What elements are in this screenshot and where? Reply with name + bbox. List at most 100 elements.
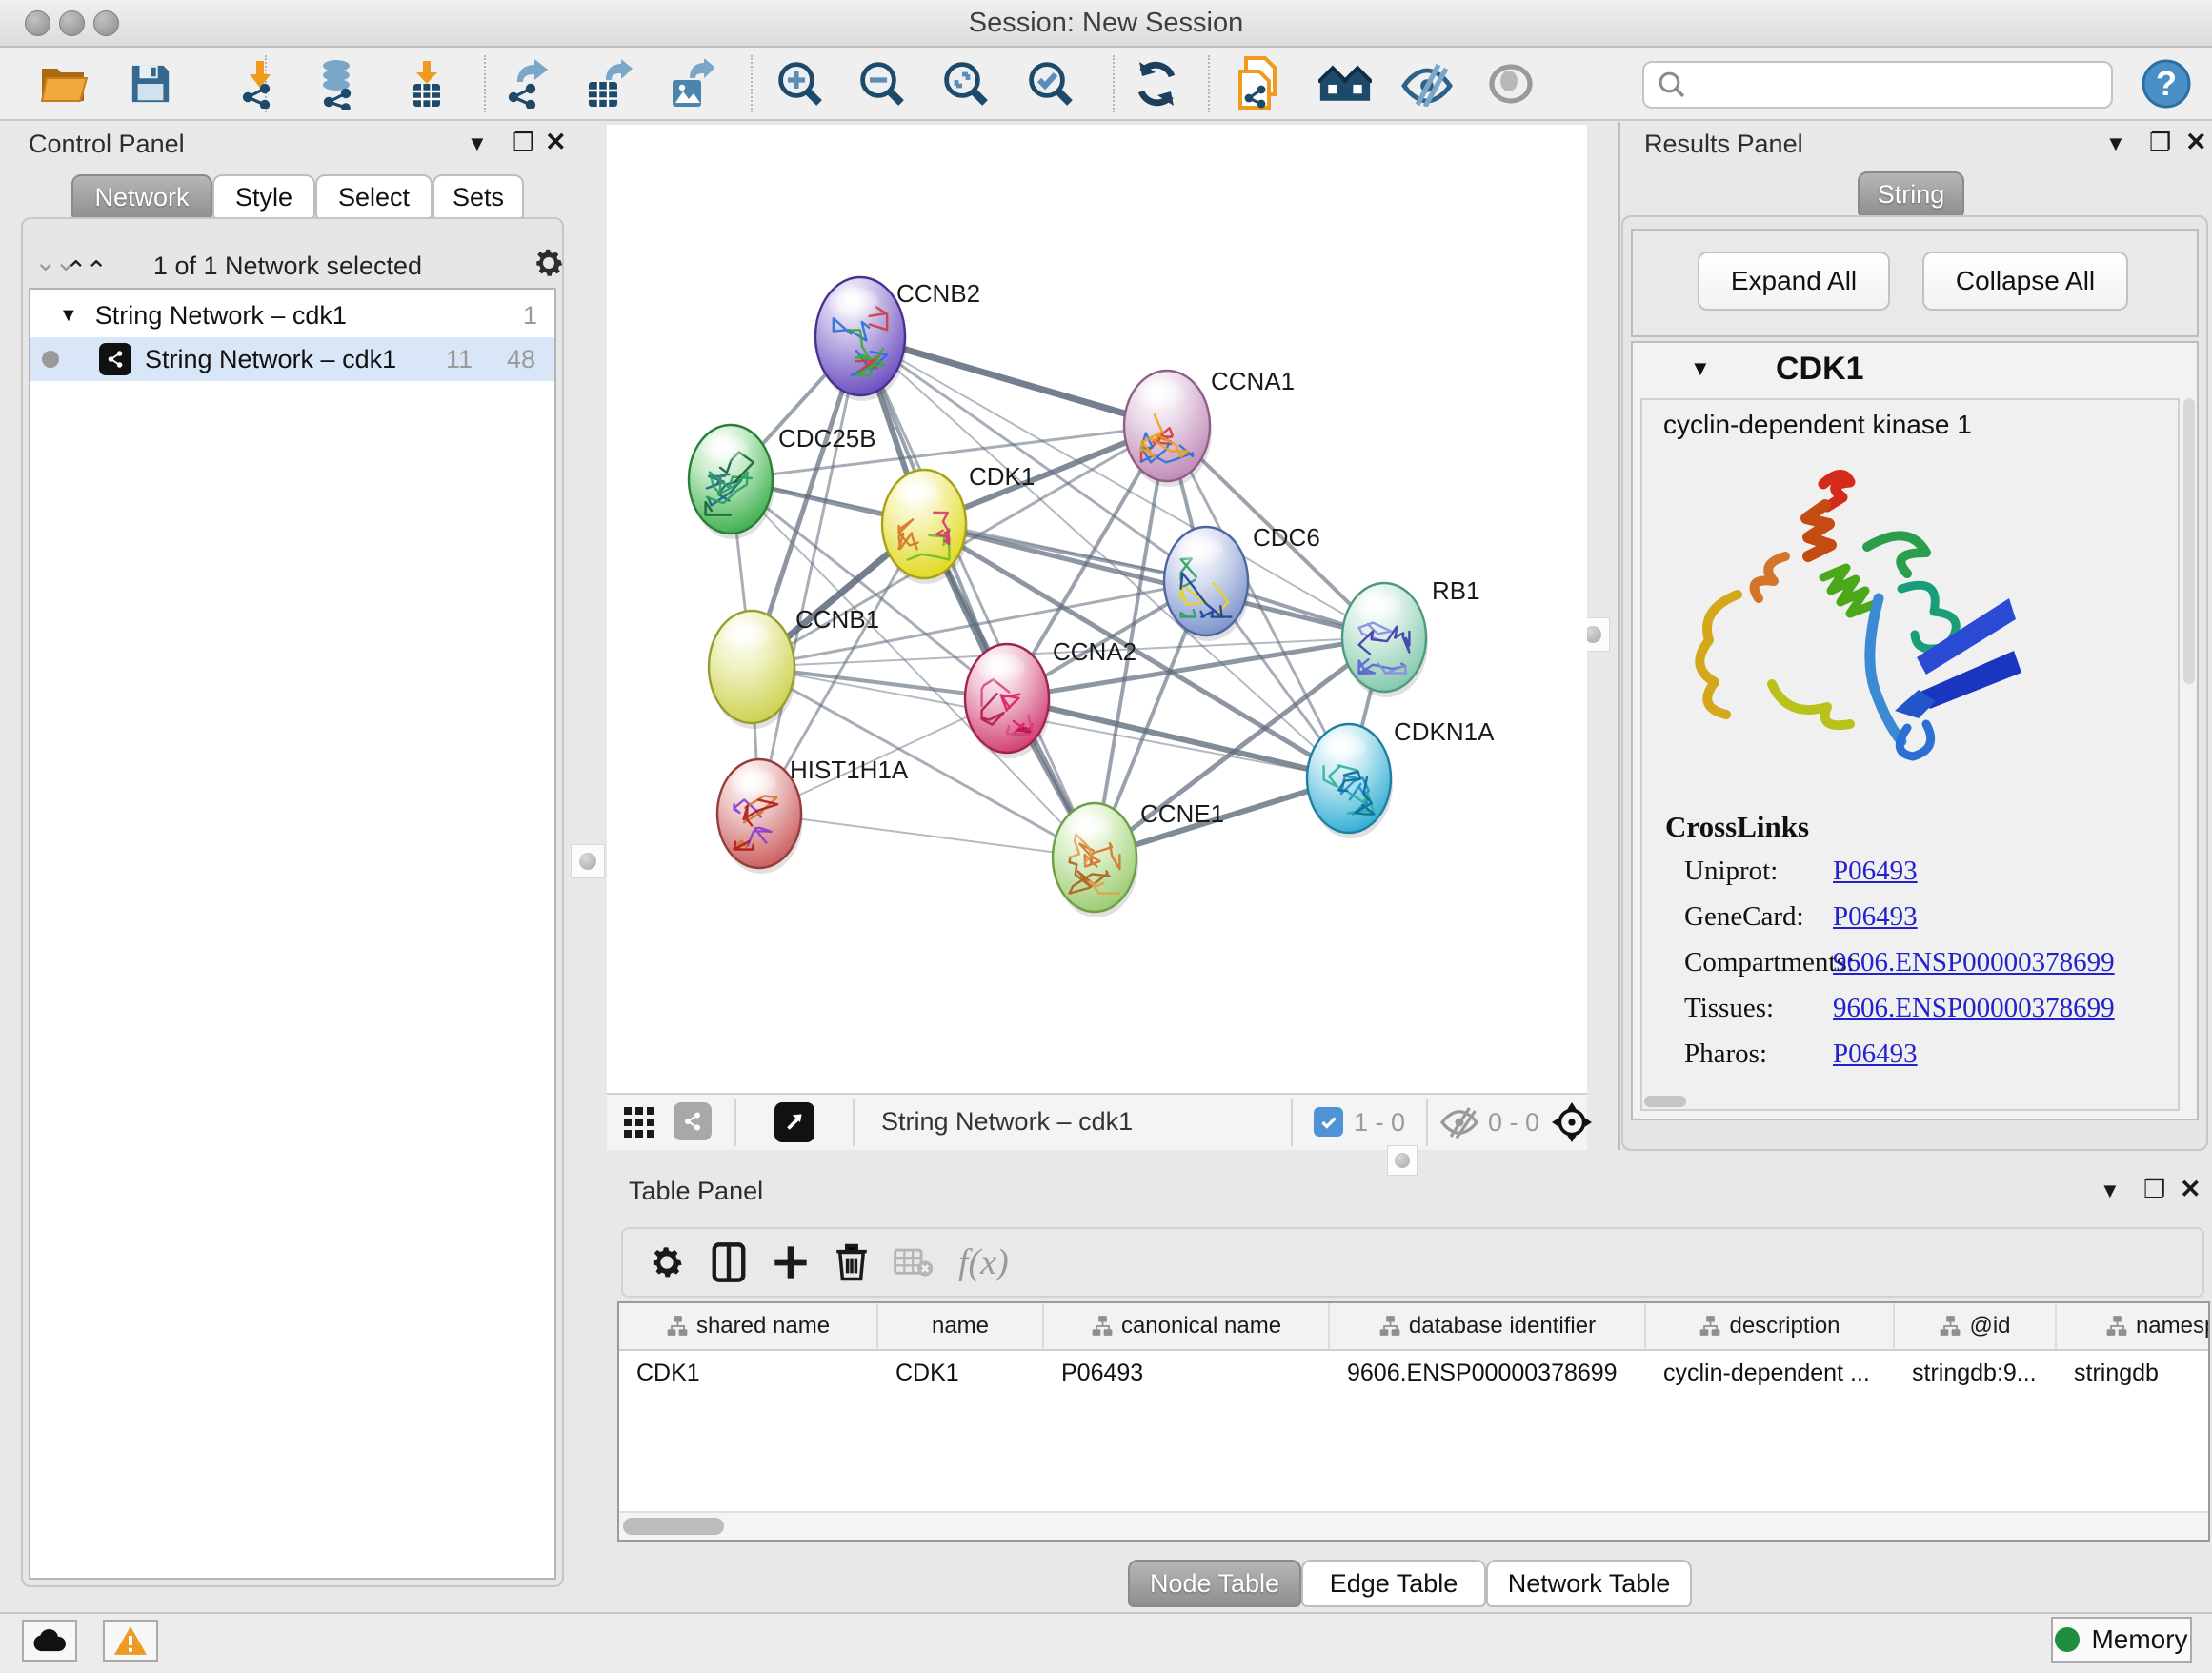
table-cell[interactable]: CDK1 (619, 1351, 878, 1395)
birdseye-view-icon[interactable] (774, 1102, 814, 1142)
fit-content-button[interactable] (939, 57, 993, 111)
protein-name: CDK1 (1776, 351, 1864, 388)
table-cell[interactable]: P06493 (1044, 1351, 1330, 1395)
network-node-ccnb1[interactable]: CCNB1 (709, 605, 879, 729)
show-columns-icon[interactable] (711, 1241, 747, 1283)
save-session-button[interactable] (124, 57, 177, 111)
network-node-ccna2[interactable]: CCNA2 (965, 637, 1136, 758)
import-network-from-database-button[interactable] (312, 57, 366, 111)
network-node-cdk1[interactable]: CDK1 (882, 462, 1035, 584)
tab-sets[interactable]: Sets (432, 174, 524, 220)
network-options-gear-icon[interactable] (532, 246, 566, 285)
network-collection-row[interactable]: ▼ String Network – cdk1 1 (30, 293, 554, 337)
table-row[interactable]: CDK1CDK1P064939606.ENSP00000378699cyclin… (619, 1351, 2208, 1395)
delete-column-trash-icon[interactable] (835, 1242, 869, 1282)
crosslink-tissues-link[interactable]: 9606.ENSP00000378699 (1833, 993, 2115, 1024)
close-panel-icon[interactable]: ✕ (2180, 1175, 2202, 1204)
network-edge[interactable] (759, 814, 1095, 857)
expand-collapse-bar: Expand All Collapse All (1631, 229, 2199, 337)
table-horizontal-scrollbar[interactable] (619, 1511, 2208, 1540)
string-app-button[interactable] (1235, 57, 1288, 111)
network-canvas[interactable]: CCNB2CCNA1CDC25BCDK1CDC6RB1CCNB1CCNA2CDK… (607, 125, 1587, 1093)
export-network-button[interactable] (499, 57, 553, 111)
refresh-button[interactable] (1130, 57, 1183, 111)
column-header-name[interactable]: name (878, 1303, 1044, 1349)
results-vscroll-thumb[interactable] (2183, 398, 2195, 684)
import-network-button[interactable] (233, 57, 287, 111)
collapse-all-button[interactable]: Collapse All (1922, 252, 2128, 311)
selected-nodes-checkbox-icon[interactable] (1314, 1107, 1343, 1137)
tab-node-table[interactable]: Node Table (1128, 1560, 1301, 1607)
export-image-icon (667, 59, 714, 109)
import-table-button[interactable] (400, 57, 453, 111)
collection-expand-arrow-icon[interactable]: ▼ (59, 305, 78, 327)
tab-select[interactable]: Select (315, 174, 432, 220)
network-node-cdc6[interactable]: CDC6 (1164, 523, 1320, 641)
network-node-rb1[interactable]: RB1 (1342, 576, 1480, 697)
undock-panel-icon[interactable]: ❐ (513, 128, 534, 157)
memory-button[interactable]: Memory (2051, 1617, 2192, 1663)
home-networks-button[interactable] (1318, 57, 1372, 111)
tab-network-table[interactable]: Network Table (1486, 1560, 1692, 1607)
results-hscroll-thumb[interactable] (1644, 1096, 1686, 1107)
hide-selected-button[interactable] (1400, 57, 1454, 111)
hidden-items-eye-slash-icon[interactable] (1439, 1106, 1479, 1143)
grid-view-icon[interactable] (622, 1105, 658, 1144)
tab-edge-table[interactable]: Edge Table (1301, 1560, 1486, 1607)
float-panel-icon[interactable]: ▼ (2105, 131, 2126, 156)
crosslink-genecard-link[interactable]: P06493 (1833, 901, 1918, 933)
export-image-button[interactable] (664, 57, 717, 111)
column-header-canonical-name[interactable]: canonical name (1044, 1303, 1330, 1349)
close-panel-icon[interactable]: ✕ (2185, 128, 2207, 157)
center-view-icon[interactable] (1552, 1102, 1592, 1147)
node-label: CDKN1A (1394, 717, 1495, 746)
network-edge[interactable] (759, 336, 860, 814)
table-settings-gear-icon[interactable] (648, 1243, 686, 1281)
zoom-in-button[interactable] (774, 57, 827, 111)
column-header-description[interactable]: description (1646, 1303, 1895, 1349)
open-session-button[interactable] (38, 57, 91, 111)
warnings-button[interactable] (103, 1620, 158, 1662)
search-input[interactable] (1694, 70, 2111, 101)
table-cell[interactable]: stringdb:9... (1895, 1351, 2057, 1395)
expand-all-button[interactable]: Expand All (1698, 252, 1890, 311)
table-hscroll-thumb[interactable] (623, 1518, 724, 1535)
node-label: CDC25B (778, 424, 876, 453)
table-cell[interactable]: cyclin-dependent ... (1646, 1351, 1895, 1395)
network-node-cdkn1a[interactable]: CDKN1A (1307, 717, 1495, 838)
table-cell[interactable]: CDK1 (878, 1351, 1044, 1395)
column-header--id[interactable]: @id (1895, 1303, 2057, 1349)
undock-panel-icon[interactable]: ❐ (2149, 128, 2171, 157)
help-button[interactable]: ? (2140, 57, 2193, 111)
column-header-namespace[interactable]: namespace (2057, 1303, 2210, 1349)
add-column-icon[interactable] (772, 1243, 810, 1281)
network-node-hist1h1a[interactable]: HIST1H1A (717, 756, 909, 874)
table-cell[interactable]: stringdb (2057, 1351, 2210, 1395)
node-label: CDK1 (969, 462, 1035, 491)
crosslink-pharos-link[interactable]: P06493 (1833, 1038, 1918, 1070)
undock-panel-icon[interactable]: ❐ (2143, 1175, 2165, 1204)
zoom-out-button[interactable] (855, 57, 909, 111)
close-panel-icon[interactable]: ✕ (545, 128, 567, 157)
tab-style[interactable]: Style (212, 174, 315, 220)
network-node-ccnb2[interactable]: CCNB2 (815, 277, 980, 401)
network-overview-icon[interactable] (674, 1102, 712, 1140)
network-node-ccne1[interactable]: CCNE1 (1053, 799, 1224, 917)
protein-collapse-arrow-icon[interactable]: ▼ (1690, 356, 1711, 381)
show-all-button[interactable] (1484, 57, 1538, 111)
network-edge[interactable] (1007, 698, 1349, 778)
float-panel-icon[interactable]: ▼ (2100, 1179, 2121, 1203)
cloud-status-button[interactable] (22, 1620, 77, 1662)
export-table-button[interactable] (581, 57, 634, 111)
zoom-selected-button[interactable] (1024, 57, 1077, 111)
table-cell[interactable]: 9606.ENSP00000378699 (1330, 1351, 1646, 1395)
left-splitter-handle[interactable] (571, 844, 605, 878)
column-header-database-identifier[interactable]: database identifier (1330, 1303, 1646, 1349)
float-panel-icon[interactable]: ▼ (467, 131, 488, 156)
column-header-shared-name[interactable]: shared name (619, 1303, 878, 1349)
network-row-selected[interactable]: String Network – cdk1 11 48 (30, 337, 554, 381)
tab-string-results[interactable]: String (1858, 171, 1964, 217)
tab-network[interactable]: Network (71, 174, 212, 220)
crosslink-uniprot-link[interactable]: P06493 (1833, 856, 1918, 887)
crosslink-compartments-link[interactable]: 9606.ENSP00000378699 (1833, 947, 2115, 978)
